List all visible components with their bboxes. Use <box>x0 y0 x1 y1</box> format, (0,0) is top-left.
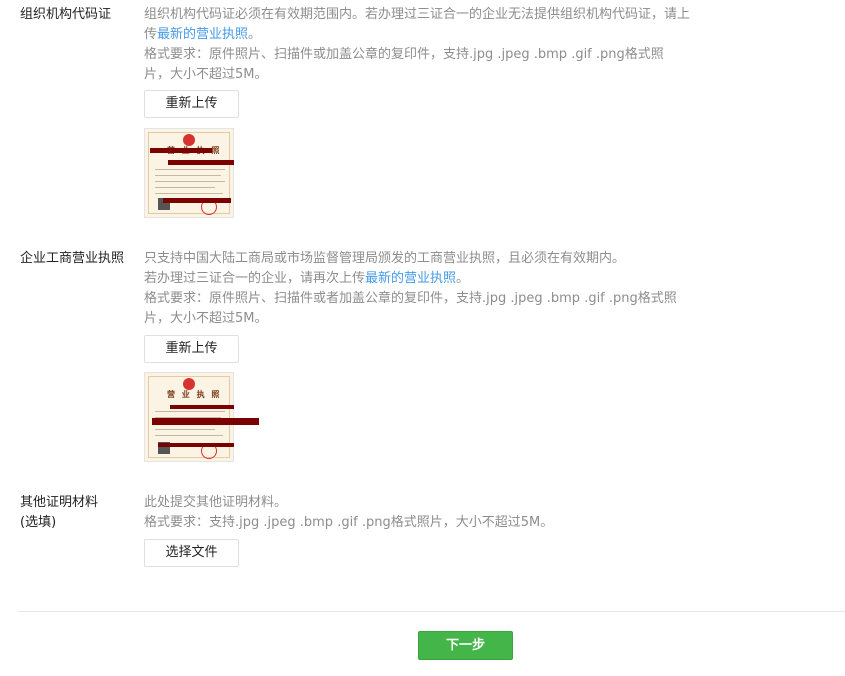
footer-divider <box>18 611 845 612</box>
other-docs-optional-label: (选填) <box>20 515 57 530</box>
text-line <box>155 411 225 412</box>
other-docs-desc-text: 此处提交其他证明材料。 <box>144 495 288 510</box>
other-docs-format: 格式要求：支持.jpg .jpeg .bmp .gif .png格式照片，大小不… <box>144 515 554 530</box>
other-docs-label: 其他证明材料 (选填) <box>20 493 135 533</box>
redaction-bar <box>163 198 231 203</box>
org-code-cert-desc-end: 。 <box>248 27 262 42</box>
next-step-button[interactable]: 下一步 <box>418 631 513 660</box>
text-line <box>155 175 221 176</box>
text-line <box>155 181 225 182</box>
text-line <box>155 429 215 430</box>
latest-license-link[interactable]: 最新的营业执照 <box>365 271 456 286</box>
other-docs-label-line1: 其他证明材料 <box>20 495 99 510</box>
text-line <box>155 193 223 194</box>
business-license-desc-end: 。 <box>456 271 470 286</box>
business-license-desc-text2: 若办理过三证合一的企业，请再次上传 <box>144 271 366 286</box>
redaction-bar <box>168 160 234 165</box>
latest-license-link[interactable]: 最新的营业执照 <box>157 27 248 42</box>
org-code-cert-desc-text2: 传 <box>144 27 158 42</box>
national-emblem-icon <box>183 378 195 390</box>
org-code-cert-label: 组织机构代码证 <box>20 7 112 22</box>
org-code-cert-desc-text: 组织机构代码证必须在有效期范围内。若办理过三证合一的企业无法提供组织机构代码证，… <box>144 7 691 22</box>
other-docs-desc: 此处提交其他证明材料。 格式要求：支持.jpg .jpeg .bmp .gif … <box>144 493 704 533</box>
reupload-button-org-code[interactable]: 重新上传 <box>144 90 239 118</box>
redaction-bar <box>150 148 212 153</box>
text-line <box>155 435 223 436</box>
org-code-cert-format-line2: 片，大小不超过5M。 <box>144 67 268 82</box>
business-license-format: 格式要求：原件照片、扫描件或者加盖公章的复印件，支持.jpg .jpeg .bm… <box>144 289 704 329</box>
org-code-cert-thumbnail[interactable]: 营 业 执 照 <box>144 128 234 218</box>
text-line <box>155 187 215 188</box>
reupload-button-business-license[interactable]: 重新上传 <box>144 335 239 363</box>
org-code-cert-format-line1: 格式要求：原件照片、扫描件或加盖公章的复印件，支持.jpg .jpeg .bmp… <box>144 47 664 62</box>
business-license-desc-text: 只支持中国大陆工商局或市场监督管理局颁发的工商营业执照，且必须在有效期内。 <box>144 251 626 266</box>
text-line <box>155 169 225 170</box>
choose-file-button[interactable]: 选择文件 <box>144 539 239 567</box>
business-license-desc: 只支持中国大陆工商局或市场监督管理局颁发的工商营业执照，且必须在有效期内。 若办… <box>144 249 704 289</box>
org-code-cert-desc: 组织机构代码证必须在有效期范围内。若办理过三证合一的企业无法提供组织机构代码证，… <box>144 5 704 45</box>
business-license-thumbnail[interactable]: 营 业 执 照 <box>144 372 234 462</box>
business-license-format-line2: 片，大小不超过5M。 <box>144 311 268 326</box>
redaction-bar <box>152 418 259 425</box>
business-license-label: 企业工商营业执照 <box>20 251 125 266</box>
org-code-cert-format: 格式要求：原件照片、扫描件或加盖公章的复印件，支持.jpg .jpeg .bmp… <box>144 45 704 85</box>
business-license-format-line1: 格式要求：原件照片、扫描件或者加盖公章的复印件，支持.jpg .jpeg .bm… <box>144 291 677 306</box>
national-emblem-icon <box>183 134 195 146</box>
redaction-bar <box>158 443 234 447</box>
thumb-title: 营 业 执 照 <box>167 390 222 399</box>
redaction-bar <box>170 405 234 409</box>
